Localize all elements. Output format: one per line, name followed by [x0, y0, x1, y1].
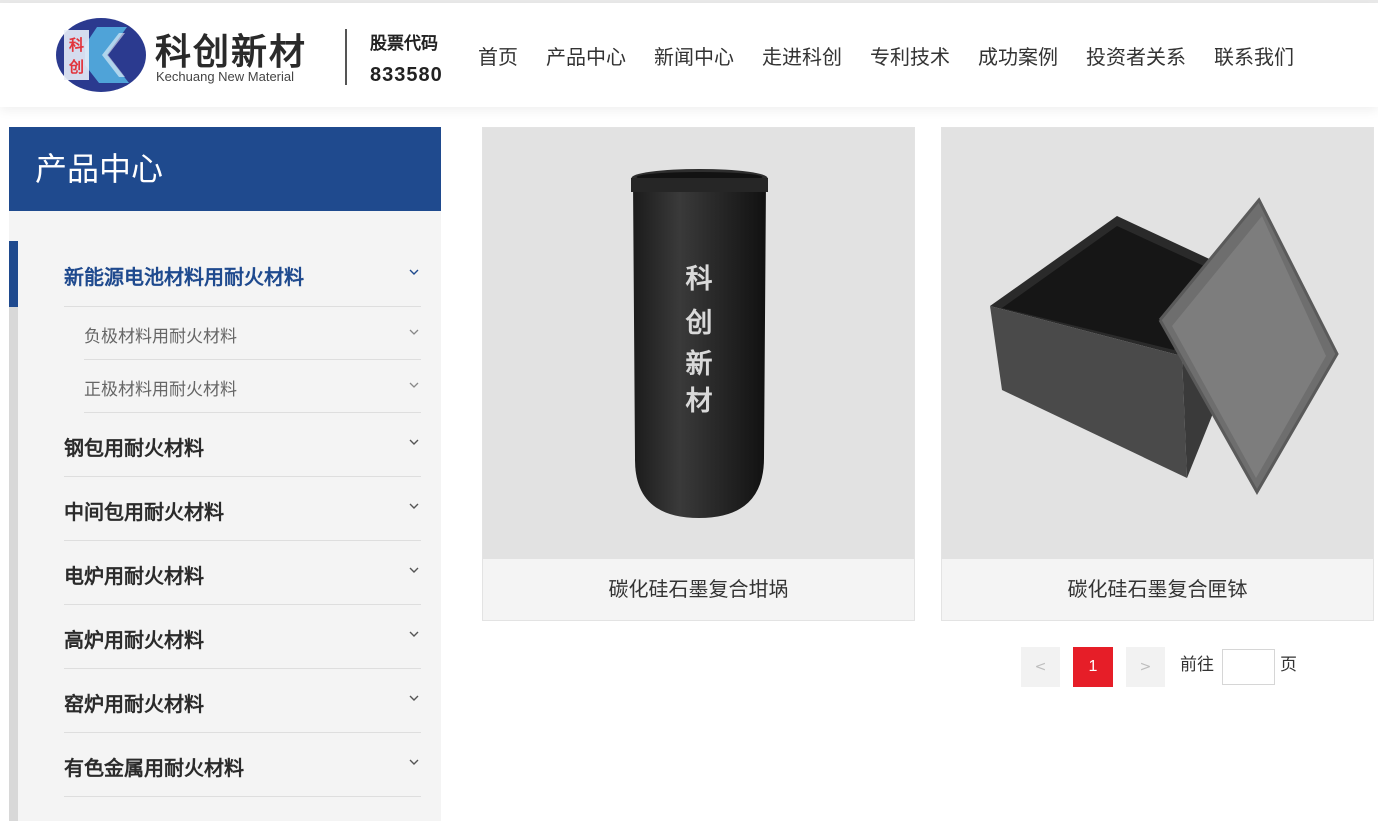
header-divider [345, 29, 347, 85]
subcategory-cathode[interactable]: 正极材料用耐火材料 [84, 360, 421, 413]
subcategory-anode[interactable]: 负极材料用耐火材料 [84, 307, 421, 360]
stock-code: 833580 [370, 64, 443, 86]
site-header: 科 创 科创新材 Kechuang New Material 股票代码 8335… [0, 3, 1378, 107]
crucible-text-4: 材 [686, 386, 713, 417]
product-title[interactable]: 碳化硅石墨复合坩埚 [483, 559, 914, 620]
chevron-down-icon[interactable] [409, 267, 419, 277]
product-sidebar: 产品中心 新能源电池材料用耐火材料 负极材料用耐火材料 正极材料用耐火材料 钢包… [9, 127, 441, 821]
sagger-illustration [990, 197, 1339, 496]
nav-patents[interactable]: 专利技术 [856, 41, 964, 73]
product-image-sagger[interactable] [942, 128, 1373, 559]
nav-products[interactable]: 产品中心 [532, 41, 640, 73]
logo-mark-char-1: 科 [69, 36, 84, 54]
chevron-down-icon[interactable] [409, 629, 419, 639]
nav-investors[interactable]: 投资者关系 [1072, 41, 1200, 73]
category-electric-furnace[interactable]: 电炉用耐火材料 [64, 541, 421, 605]
crucible-text-1: 科 [686, 264, 713, 295]
stock-label: 股票代码 [370, 34, 438, 54]
crucible-illustration: 科 创 新 材 [631, 169, 768, 518]
sidebar-active-marker [9, 241, 18, 307]
chevron-down-icon[interactable] [409, 565, 419, 575]
product-card[interactable]: 碳化硅石墨复合匣钵 [941, 127, 1374, 621]
category-kiln[interactable]: 窑炉用耐火材料 [64, 669, 421, 733]
prev-page-button[interactable]: < [1021, 647, 1060, 687]
category-label: 钢包用耐火材料 [64, 436, 204, 460]
nav-home[interactable]: 首页 [464, 41, 532, 73]
next-page-button[interactable]: > [1126, 647, 1165, 687]
category-blast-furnace[interactable]: 高炉用耐火材料 [64, 605, 421, 669]
page-number-current[interactable]: 1 [1073, 647, 1113, 687]
category-label: 窑炉用耐火材料 [64, 692, 204, 716]
category-ladle[interactable]: 钢包用耐火材料 [64, 413, 421, 477]
category-label: 有色金属用耐火材料 [64, 756, 244, 780]
logo-name-en: Kechuang New Material [156, 69, 295, 84]
category-label: 高炉用耐火材料 [64, 628, 204, 652]
chevron-down-icon[interactable] [409, 437, 419, 447]
product-card[interactable]: 科 创 新 材 碳化硅石墨复合坩埚 [482, 127, 915, 621]
nav-cases[interactable]: 成功案例 [964, 41, 1072, 73]
subcategory-label: 负极材料用耐火材料 [84, 327, 237, 347]
category-menu: 新能源电池材料用耐火材料 负极材料用耐火材料 正极材料用耐火材料 钢包用耐火材料… [64, 241, 421, 797]
crucible-text-3: 新 [686, 348, 713, 380]
product-title[interactable]: 碳化硅石墨复合匣钵 [942, 559, 1373, 620]
category-new-energy-battery[interactable]: 新能源电池材料用耐火材料 [64, 241, 421, 307]
chevron-down-icon[interactable] [409, 757, 419, 767]
logo-name-cn: 科创新材 [155, 32, 308, 73]
goto-label: 前往 [1180, 655, 1214, 675]
subcategory-label: 正极材料用耐火材料 [84, 380, 237, 400]
logo-mark-char-2: 创 [68, 58, 84, 76]
sidebar-rail [9, 241, 18, 821]
chevron-down-icon[interactable] [409, 693, 419, 703]
category-label: 电炉用耐火材料 [64, 564, 204, 588]
nav-contact[interactable]: 联系我们 [1200, 41, 1308, 73]
sidebar-title: 产品中心 [9, 127, 441, 211]
nav-news[interactable]: 新闻中心 [640, 41, 748, 73]
chevron-down-icon[interactable] [409, 327, 419, 337]
logo-mark-icon: 科 创 [56, 18, 146, 92]
chevron-down-icon[interactable] [409, 380, 419, 390]
category-tundish[interactable]: 中间包用耐火材料 [64, 477, 421, 541]
site-logo[interactable]: 科 创 科创新材 Kechuang New Material [55, 17, 320, 95]
category-label: 新能源电池材料用耐火材料 [64, 265, 304, 289]
chevron-down-icon[interactable] [409, 501, 419, 511]
main-nav: 首页 产品中心 新闻中心 走进科创 专利技术 成功案例 投资者关系 联系我们 [464, 41, 1308, 73]
stock-info: 股票代码 833580 [370, 29, 443, 87]
category-label: 中间包用耐火材料 [64, 500, 224, 524]
product-image-crucible[interactable]: 科 创 新 材 [483, 128, 914, 559]
page-suffix: 页 [1280, 655, 1297, 675]
nav-about[interactable]: 走进科创 [748, 41, 856, 73]
goto-page-input[interactable] [1222, 649, 1275, 685]
crucible-text-2: 创 [685, 308, 713, 339]
category-nonferrous-metal[interactable]: 有色金属用耐火材料 [64, 733, 421, 797]
